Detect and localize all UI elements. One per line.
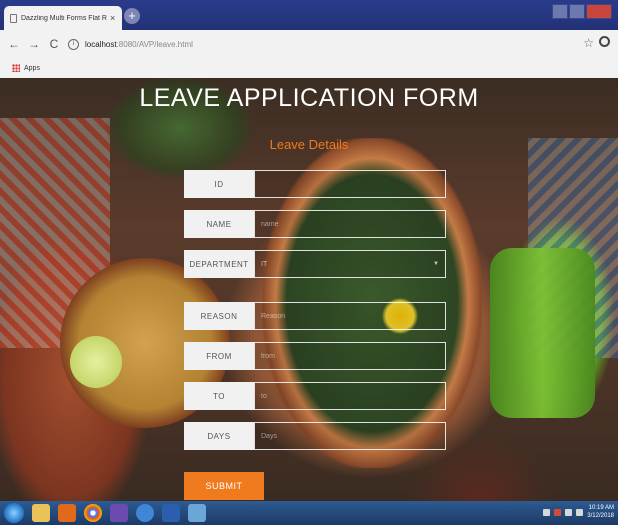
days-input[interactable] (254, 422, 446, 450)
taskbar: 10:19 AM 3/12/2018 (0, 501, 618, 525)
volume-icon[interactable] (576, 508, 584, 516)
network-icon[interactable] (565, 508, 573, 516)
form-subtitle: Leave Details (269, 137, 349, 152)
field-row-name: NAME (184, 210, 446, 238)
apps-grid-icon[interactable] (12, 64, 20, 72)
clock-date: 3/12/2018 (587, 513, 614, 519)
system-tray: 10:19 AM 3/12/2018 (543, 504, 614, 520)
bookmarks-bar: Apps (0, 58, 618, 79)
submit-button[interactable]: SUBMIT (184, 472, 264, 500)
url-path: :8080/AVP/leave.html (116, 39, 193, 49)
minimize-button[interactable] (552, 4, 568, 19)
internet-explorer-icon[interactable] (136, 504, 154, 522)
tab-title: Dazzling Multi Forms Flat Respo (21, 14, 107, 22)
name-label: NAME (184, 210, 254, 238)
to-label: TO (184, 382, 254, 410)
window-close-button[interactable] (586, 4, 612, 19)
to-input[interactable] (254, 382, 446, 410)
bookmark-apps[interactable]: Apps (24, 65, 40, 72)
window-controls (552, 4, 612, 19)
account-icon[interactable] (599, 36, 610, 47)
start-button[interactable] (4, 503, 24, 523)
id-input[interactable] (254, 170, 446, 198)
visual-studio-icon[interactable] (110, 504, 128, 522)
chevron-down-icon: ▼ (433, 261, 439, 267)
forward-button[interactable]: → (28, 37, 40, 51)
tab-close-icon[interactable]: × (110, 13, 115, 23)
field-row-reason: REASON (184, 302, 446, 330)
field-row-department: DEPARTMENT IT ▼ (184, 250, 446, 278)
department-label: DEPARTMENT (184, 250, 254, 278)
file-explorer-icon[interactable] (32, 504, 50, 522)
media-player-icon[interactable] (58, 504, 76, 522)
new-tab-button[interactable]: + (124, 8, 140, 24)
department-value: IT (261, 260, 268, 268)
virtualbox-icon[interactable] (188, 504, 206, 522)
id-label: ID (184, 170, 254, 198)
lime-slice (70, 336, 122, 388)
from-label: FROM (184, 342, 254, 370)
page-icon (10, 13, 17, 23)
department-select[interactable]: IT ▼ (254, 250, 446, 278)
name-input[interactable] (254, 210, 446, 238)
reason-input[interactable] (254, 302, 446, 330)
word-icon[interactable] (162, 504, 180, 522)
browser-titlebar: Dazzling Multi Forms Flat Respo × + (0, 0, 618, 30)
reload-button[interactable]: C (48, 37, 60, 51)
field-row-days: DAYS (184, 422, 446, 450)
field-row-to: TO (184, 382, 446, 410)
url-host: localhost (85, 39, 117, 49)
clock[interactable]: 10:19 AM 3/12/2018 (587, 504, 614, 520)
clock-time: 10:19 AM (588, 505, 614, 511)
url-field[interactable]: i localhost:8080/AVP/leave.html (68, 34, 588, 54)
antivirus-icon[interactable] (554, 508, 562, 516)
green-juice-jar (490, 248, 595, 418)
chrome-icon[interactable] (84, 504, 102, 522)
info-icon[interactable]: i (68, 38, 79, 50)
page-title: LEAVE APPLICATION FORM (139, 84, 479, 112)
field-row-from: FROM (184, 342, 446, 370)
maximize-button[interactable] (569, 4, 585, 19)
from-input[interactable] (254, 342, 446, 370)
field-row-id: ID (184, 170, 446, 198)
browser-tab[interactable]: Dazzling Multi Forms Flat Respo × (4, 6, 122, 30)
reason-label: REASON (184, 302, 254, 330)
bookmark-star-icon[interactable]: ☆ (583, 36, 594, 50)
address-bar: ← → C i localhost:8080/AVP/leave.html (0, 30, 618, 58)
back-button[interactable]: ← (8, 37, 20, 51)
days-label: DAYS (184, 422, 254, 450)
flag-icon[interactable] (543, 508, 551, 516)
